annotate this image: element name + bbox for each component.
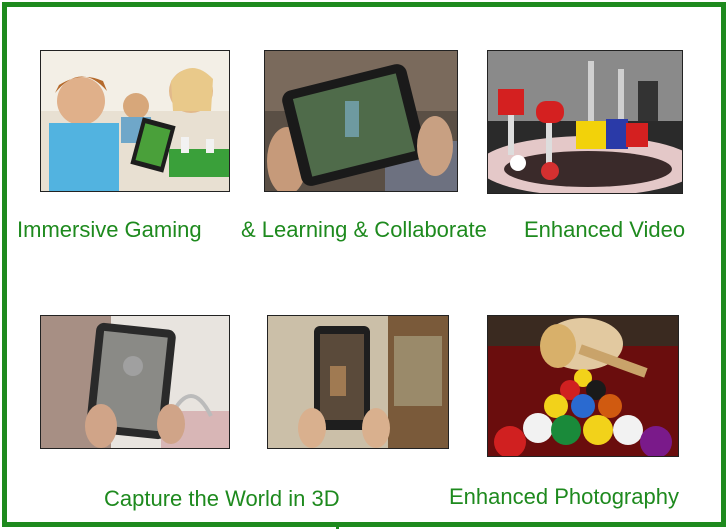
gaming-image [40,50,230,192]
capture-image-2 [267,315,449,449]
bottom-marker [336,522,339,529]
caption-enhanced-video: Enhanced Video [524,217,686,242]
learning-image [264,50,458,192]
caption-immersive-gaming: Immersive Gaming [17,217,202,242]
capture-image-1 [40,315,230,449]
video-image [487,50,683,194]
caption-enhanced-photography: Enhanced Photography [449,484,679,509]
photography-image [487,315,679,457]
caption-learning-collaborate: & Learning & Collaborate [241,217,487,242]
caption-capture-3d: Capture the World in 3D [104,486,340,511]
